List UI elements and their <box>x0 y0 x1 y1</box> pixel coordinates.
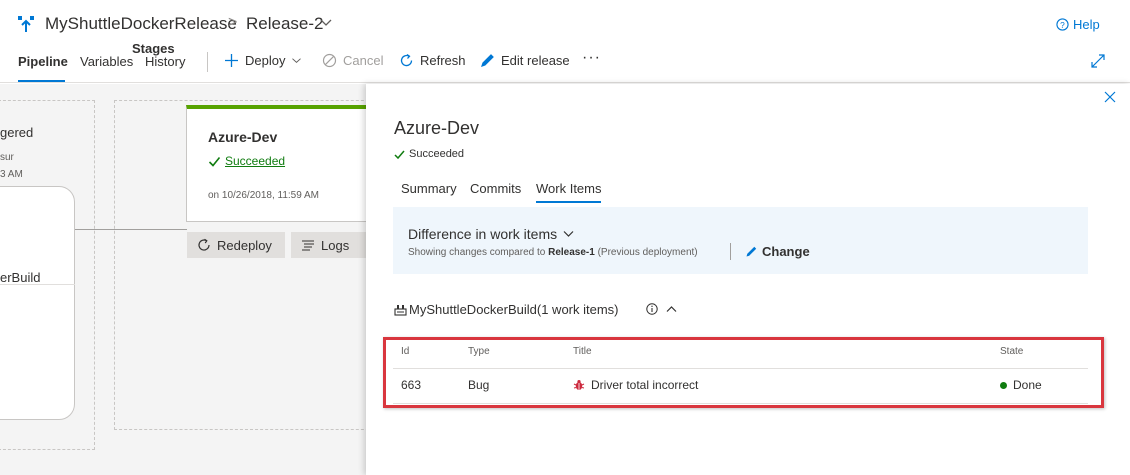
logs-label: Logs <box>321 237 350 253</box>
checkmark-icon <box>208 156 221 167</box>
panel-status-label: Succeeded <box>409 148 465 160</box>
refresh-label: Refresh <box>420 53 466 68</box>
edit-release-label: Edit release <box>501 53 570 68</box>
edit-release-button[interactable]: Edit release <box>480 53 570 68</box>
artifact-time-text: 3 AM <box>0 169 23 180</box>
refresh-icon <box>400 53 413 67</box>
tab-commits[interactable]: Commits <box>470 181 521 196</box>
chevron-down-icon[interactable] <box>320 18 332 28</box>
svg-text:?: ? <box>1060 20 1065 30</box>
change-button[interactable]: Change <box>745 244 810 259</box>
help-link[interactable]: ? Help <box>1056 17 1100 32</box>
release-pipeline-icon <box>18 16 34 32</box>
cancel-icon <box>322 53 337 68</box>
panel-status: Succeeded <box>394 148 464 160</box>
build-heading: MyShuttleDockerBuild(1 work items) <box>394 302 619 317</box>
artifact-build-name: erBuild <box>0 270 41 285</box>
plus-icon <box>225 54 238 67</box>
refresh-button[interactable]: Refresh <box>399 53 466 68</box>
difference-sub-prefix: Showing changes compared to <box>408 247 546 258</box>
stage-date: on 10/26/2018, 11:59 AM <box>208 190 320 201</box>
expand-icon[interactable] <box>1091 54 1105 68</box>
difference-sub-release: Release-1 <box>548 247 595 258</box>
difference-title: Difference in work items <box>408 226 558 242</box>
stage-status-label: Succeeded <box>225 154 286 168</box>
deploy-button[interactable]: Deploy <box>224 53 302 68</box>
help-label: Help <box>1073 17 1100 32</box>
pencil-icon <box>481 54 494 67</box>
panel-title: Azure-Dev <box>394 118 480 138</box>
tab-work-items[interactable]: Work Items <box>536 181 602 196</box>
chevron-up-icon[interactable] <box>666 305 677 313</box>
stage-name: Azure-Dev <box>208 129 278 145</box>
artifact-trigger-text: gered <box>0 125 34 140</box>
chevron-down-icon <box>563 231 574 237</box>
tab-history[interactable]: History <box>145 54 185 69</box>
active-tab-indicator <box>18 80 65 82</box>
cancel-label: Cancel <box>343 53 384 68</box>
chevron-down-icon <box>292 58 302 63</box>
stage-details-panel <box>366 84 1130 475</box>
artifact-card[interactable] <box>0 186 75 420</box>
breadcrumb-release-name[interactable]: Release-2 <box>246 14 324 34</box>
close-icon[interactable] <box>1104 91 1116 103</box>
redeploy-button[interactable]: Redeploy <box>187 232 285 258</box>
logs-button[interactable]: Logs <box>291 232 371 258</box>
stage-connector <box>75 229 187 230</box>
tab-summary[interactable]: Summary <box>401 181 457 196</box>
deploy-label: Deploy <box>245 53 286 68</box>
difference-divider <box>730 243 731 260</box>
info-icon[interactable] <box>646 303 658 315</box>
build-heading-label: MyShuttleDockerBuild(1 work items) <box>409 302 619 317</box>
tab-pipeline[interactable]: Pipeline <box>18 54 68 69</box>
tab-variables[interactable]: Variables <box>80 54 133 69</box>
toolbar-divider <box>207 52 208 72</box>
difference-dropdown[interactable]: Difference in work items <box>408 226 574 242</box>
active-tab-indicator <box>536 201 601 203</box>
difference-subtitle: Showing changes compared to Release-1 (P… <box>408 247 698 258</box>
breadcrumb-separator: > <box>228 14 238 31</box>
logs-icon <box>302 240 314 251</box>
help-icon: ? <box>1056 18 1069 31</box>
artifact-user-text: sur <box>0 152 14 163</box>
change-label: Change <box>762 244 810 259</box>
cancel-button[interactable]: Cancel <box>322 53 383 68</box>
build-icon <box>394 305 407 316</box>
redeploy-icon <box>198 238 210 251</box>
difference-sub-suffix: (Previous deployment) <box>597 247 698 258</box>
highlight-annotation <box>383 337 1104 408</box>
more-actions-button[interactable]: ··· <box>582 49 601 67</box>
stages-label: Stages <box>132 41 175 56</box>
redeploy-label: Redeploy <box>217 237 272 253</box>
checkmark-icon <box>394 150 405 159</box>
stage-status-link[interactable]: Succeeded <box>208 154 285 168</box>
pencil-icon <box>746 246 757 257</box>
breadcrumb-release-pipeline[interactable]: MyShuttleDockerRelease <box>45 14 237 34</box>
